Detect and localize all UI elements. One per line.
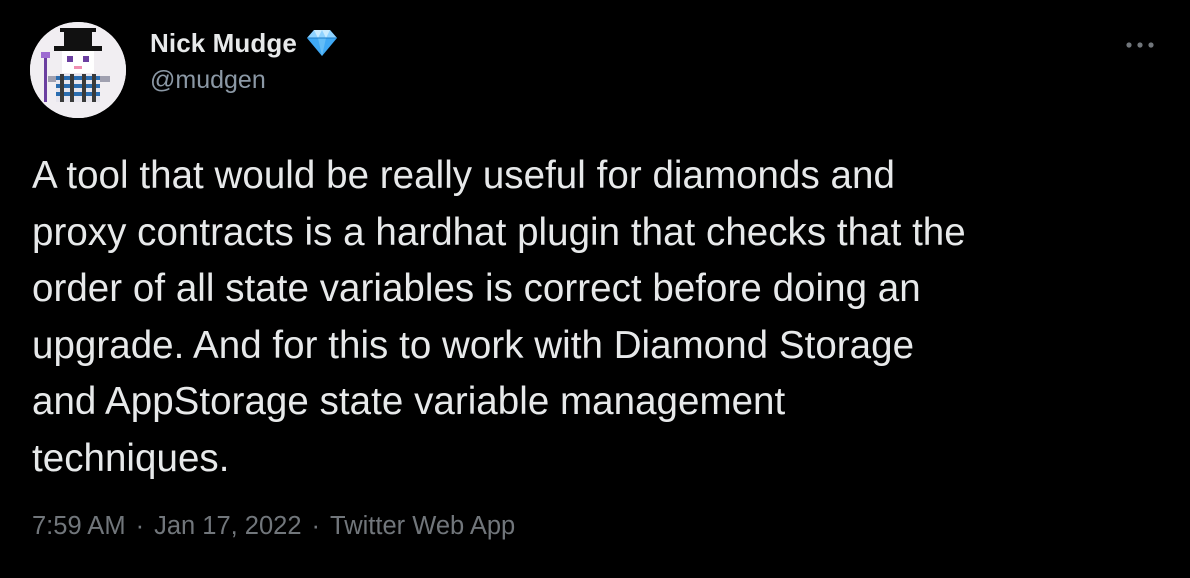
avatar[interactable] (30, 22, 126, 118)
author-block: Nick Mudge @mudgen (150, 26, 339, 95)
tweet-card: Nick Mudge @mudgen A tool that would be … (0, 0, 1190, 578)
diamond-icon (305, 28, 339, 58)
tweet-metadata: 7:59 AM · Jan 17, 2022 · Twitter Web App (32, 512, 515, 541)
meta-separator: · (311, 512, 321, 540)
tweet-source-link[interactable]: Twitter Web App (330, 512, 515, 541)
pixel-avatar-icon (30, 22, 126, 118)
more-horizontal-icon (1126, 42, 1154, 48)
name-row: Nick Mudge (150, 26, 339, 60)
user-handle[interactable]: @mudgen (150, 66, 339, 95)
tweet-time-link[interactable]: 7:59 AM (32, 512, 126, 541)
display-name[interactable]: Nick Mudge (150, 28, 297, 59)
tweet-date-link[interactable]: Jan 17, 2022 (154, 512, 301, 541)
meta-separator: · (135, 512, 145, 540)
tweet-text: A tool that would be really useful for d… (32, 154, 966, 480)
more-options-button[interactable] (1120, 30, 1160, 60)
